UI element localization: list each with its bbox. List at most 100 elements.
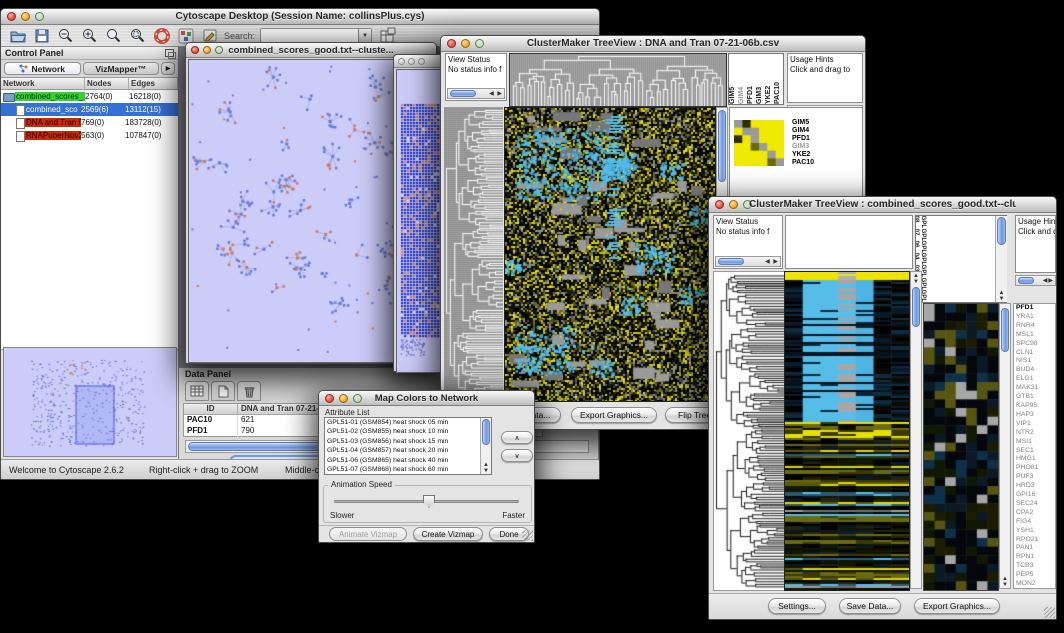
- animate-vizmap-button[interactable]: Animate Vizmap: [329, 527, 407, 541]
- scroll-arrows-icon[interactable]: ◀ ▶: [765, 258, 779, 266]
- export-graphics-button[interactable]: Export Graphics...: [914, 598, 1000, 614]
- gene-label[interactable]: HMG1: [1016, 455, 1055, 464]
- dialog-title-bar[interactable]: Map Colors to Network: [319, 391, 534, 406]
- gene-label[interactable]: FIG4: [1016, 518, 1055, 527]
- attribute-list[interactable]: GPL51-01 (GSM854) heat shock 05 min GPL51…: [324, 417, 492, 475]
- gene-label[interactable]: BUD4: [1016, 366, 1055, 375]
- open-folder-icon[interactable]: [8, 26, 27, 45]
- network-list-row[interactable]: DNA and Tran 07769(0)183728(0): [1, 116, 178, 129]
- zoom-fit-icon[interactable]: [104, 26, 123, 45]
- float-panel-icon[interactable]: [165, 49, 174, 57]
- usage-hints-scrollbar[interactable]: ◀▶: [1015, 275, 1056, 286]
- col-edges[interactable]: Edges: [129, 78, 178, 89]
- network-overview-panel[interactable]: [3, 347, 177, 457]
- network-list-row[interactable]: combined_sco2569(6)13112(15): [1, 103, 178, 116]
- scrollbar-thumb[interactable]: [1001, 308, 1009, 352]
- gene-label[interactable]: YSH1: [1016, 527, 1055, 536]
- gene-dendrogram[interactable]: [444, 107, 503, 400]
- gene-label[interactable]: SPC98: [1016, 340, 1055, 349]
- array-dendrogram[interactable]: [509, 53, 727, 107]
- column-labels-scrollbar[interactable]: ▲▼: [995, 216, 1007, 302]
- selection-gene-label[interactable]: GIM4: [792, 127, 814, 135]
- close-button[interactable]: [7, 12, 16, 21]
- background-window-title-bar[interactable]: [394, 55, 446, 68]
- gene-labels-list[interactable]: PFD1YRA1RNR4MSL1SPC98CLN1NIS1BUD4ELG1MAK…: [1013, 303, 1056, 589]
- view-status-scrollbar[interactable]: ◀ ▶: [447, 88, 505, 99]
- gene-label[interactable]: PAN1: [1016, 544, 1055, 553]
- zoom-button[interactable]: [418, 58, 425, 65]
- scroll-arrows-icon[interactable]: ◀▶: [1043, 277, 1054, 285]
- selection-gene-label[interactable]: PAC10: [792, 159, 814, 167]
- move-up-button[interactable]: ∧: [501, 431, 533, 444]
- selection-gene-label[interactable]: YKE2: [792, 151, 814, 159]
- slider-handle[interactable]: [423, 495, 435, 508]
- gene-label[interactable]: TCB3: [1016, 562, 1055, 571]
- selection-gene-label[interactable]: GIM5: [792, 119, 814, 127]
- gene-dendrogram[interactable]: [713, 271, 785, 591]
- col-id[interactable]: ID: [184, 404, 238, 414]
- search-field[interactable]: [261, 29, 358, 42]
- minimize-button[interactable]: [408, 58, 415, 65]
- gene-label[interactable]: HRD3: [1016, 482, 1055, 491]
- minimize-button[interactable]: [729, 200, 738, 209]
- attribute-list-scrollbar[interactable]: ▲▼: [480, 418, 491, 474]
- attribute-item[interactable]: GPL51-06 (GSM865) heat shock 40 min: [325, 456, 491, 465]
- create-vizmap-button[interactable]: Create Vizmap: [413, 527, 483, 541]
- col-nodes[interactable]: Nodes: [85, 78, 129, 89]
- attribute-item[interactable]: GPL51-03 (GSM856) heat shock 15 min: [325, 437, 491, 446]
- gene-label[interactable]: PFD1: [1016, 304, 1055, 313]
- gene-label[interactable]: NIS1: [1016, 357, 1055, 366]
- close-button[interactable]: [191, 46, 199, 54]
- zoom-out-icon[interactable]: [56, 26, 75, 45]
- gene-label[interactable]: RPN1: [1016, 553, 1055, 562]
- heatmap-vertical-scrollbar[interactable]: ▲▼: [910, 271, 922, 589]
- move-down-button[interactable]: ∨: [501, 449, 533, 462]
- heatmap-canvas[interactable]: [504, 107, 716, 402]
- scroll-arrows-icon[interactable]: ▲▼: [996, 290, 1007, 302]
- attribute-item[interactable]: GPL51-04 (GSM857) heat shock 20 min: [325, 446, 491, 455]
- save-icon[interactable]: [32, 26, 51, 45]
- gene-label[interactable]: MAK31: [1016, 384, 1055, 393]
- save-data-button[interactable]: Save Data...: [839, 598, 901, 614]
- more-tabs-button[interactable]: ▶: [161, 62, 175, 75]
- attribute-item[interactable]: GPL51-07 (GSM868) heat shock 60 min: [325, 465, 491, 474]
- treeview1-title-bar[interactable]: ClusterMaker TreeView : DNA and Tran 07-…: [441, 36, 865, 52]
- delete-attribute-icon[interactable]: [237, 381, 261, 401]
- search-input[interactable]: ▼: [260, 28, 372, 43]
- network-list-row[interactable]: RNAPuberNov2+I563(0)107847(0): [1, 129, 178, 142]
- selection-heatmap[interactable]: [734, 120, 784, 166]
- col-network[interactable]: Network: [1, 78, 85, 89]
- network-list-row[interactable]: combined_scores_2764(0)16218(0): [1, 90, 178, 103]
- attribute-item[interactable]: GPL51-01 (GSM854) heat shock 05 min: [325, 418, 491, 427]
- treeview2-title-bar[interactable]: ClusterMaker TreeView : combined_scores_…: [709, 197, 1056, 213]
- gene-label[interactable]: NTR2: [1016, 429, 1055, 438]
- zoom-in-icon[interactable]: [80, 26, 99, 45]
- scrollbar-thumb[interactable]: [718, 258, 744, 265]
- main-title-bar[interactable]: Cytoscape Desktop (Session Name: collins…: [1, 9, 599, 25]
- scrollbar-thumb[interactable]: [450, 90, 476, 97]
- gene-label[interactable]: GPI16: [1016, 491, 1055, 500]
- resize-grip[interactable]: [522, 530, 533, 541]
- scrollbar-thumb[interactable]: [718, 110, 726, 182]
- gene-label[interactable]: SEC24: [1016, 500, 1055, 509]
- gene-label[interactable]: CLN1: [1016, 349, 1055, 358]
- gene-label[interactable]: RNR4: [1016, 322, 1055, 331]
- gene-label[interactable]: RPO21: [1016, 536, 1055, 545]
- scrollbar-thumb[interactable]: [1018, 277, 1034, 284]
- gene-label[interactable]: PEP5: [1016, 571, 1055, 580]
- gene-label[interactable]: KAP95: [1016, 402, 1055, 411]
- scrollbar-thumb[interactable]: [997, 217, 1006, 245]
- gene-label[interactable]: HAP3: [1016, 411, 1055, 420]
- close-button[interactable]: [447, 39, 456, 48]
- gene-label[interactable]: CPA2: [1016, 509, 1055, 518]
- export-graphics-button[interactable]: Export Graphics...: [571, 407, 657, 423]
- zoom-button[interactable]: [215, 46, 223, 54]
- tab-network[interactable]: Network: [4, 62, 81, 75]
- gene-label[interactable]: SEC1: [1016, 447, 1055, 456]
- view-status-scrollbar[interactable]: ◀ ▶: [715, 256, 781, 267]
- gene-label[interactable]: ELG1: [1016, 375, 1055, 384]
- gene-label[interactable]: GTB1: [1016, 393, 1055, 402]
- zoom-heatmap-canvas[interactable]: [923, 303, 999, 591]
- minimize-button[interactable]: [21, 12, 30, 21]
- scroll-arrows-icon[interactable]: ▲▼: [481, 462, 491, 474]
